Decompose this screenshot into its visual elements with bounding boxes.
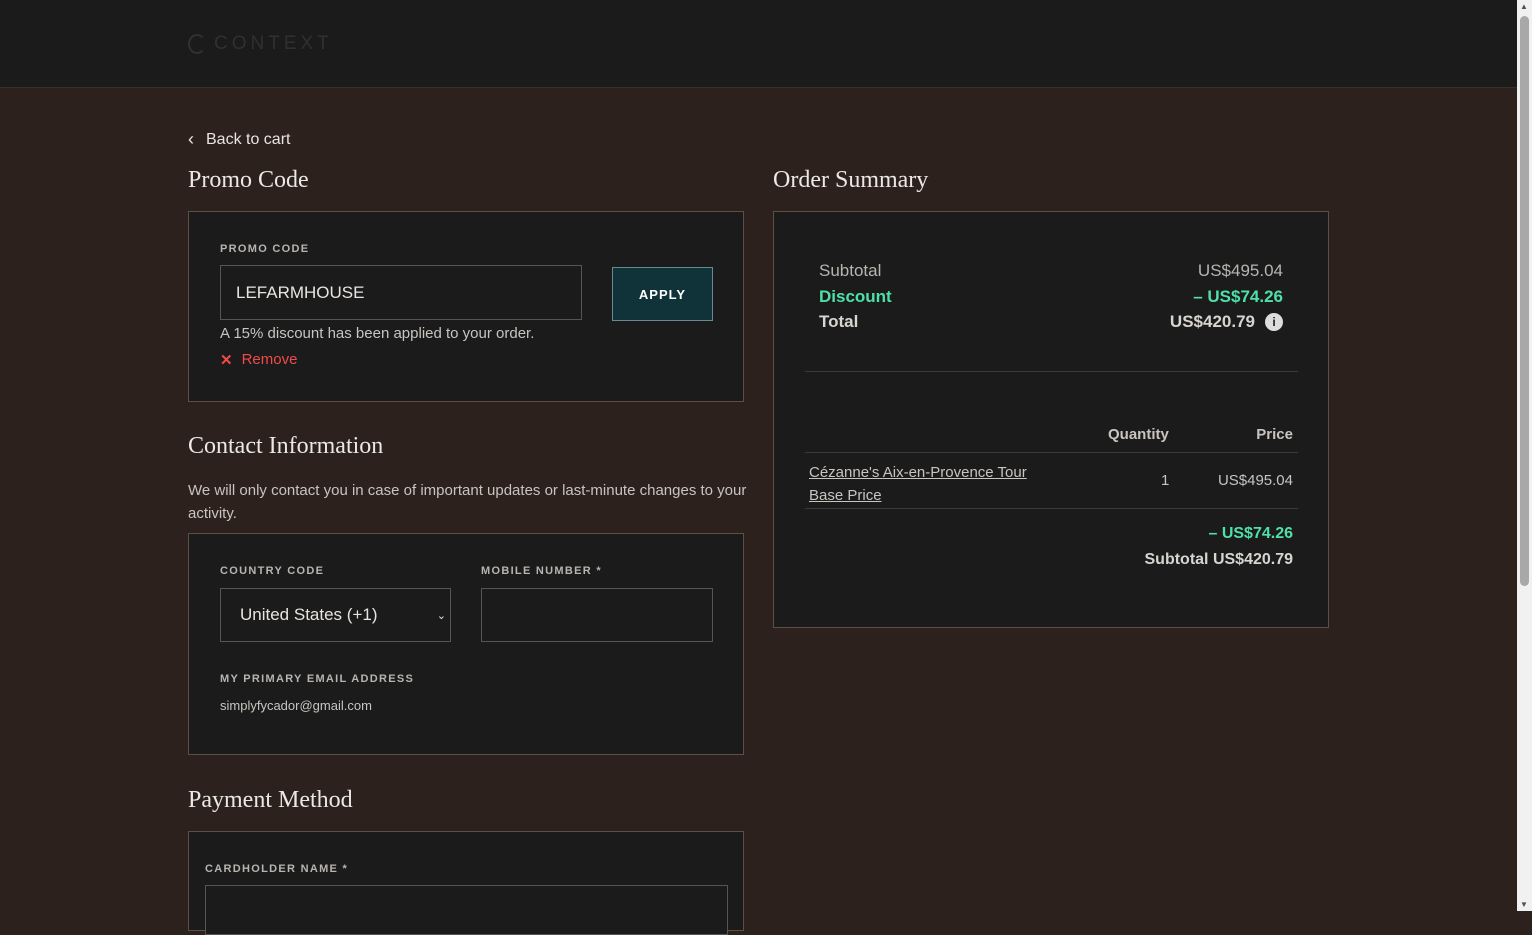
email-label: MY PRIMARY EMAIL ADDRESS: [220, 673, 415, 685]
contact-title: Contact Information: [188, 433, 384, 459]
quantity-header: Quantity: [1108, 426, 1169, 443]
subtotal-label: Subtotal: [819, 261, 882, 280]
mobile-number-label: MOBILE NUMBER *: [481, 565, 602, 577]
total-label: Total: [819, 312, 859, 331]
summary-title: Order Summary: [773, 167, 929, 193]
country-value: United States (+1): [240, 605, 378, 624]
contact-panel: COUNTRY CODE United States (+1) ⌄ MOBILE …: [188, 533, 744, 755]
divider: [805, 508, 1298, 509]
item-variant[interactable]: Base Price: [809, 487, 882, 504]
scrollbar[interactable]: ▲ ▼: [1517, 0, 1532, 911]
country-code-label: COUNTRY CODE: [220, 565, 325, 577]
scroll-up-icon[interactable]: ▲: [1520, 2, 1528, 11]
country-code-select[interactable]: United States (+1) ⌄: [220, 588, 451, 642]
email-value: simplyfycador@gmail.com: [220, 698, 372, 713]
discount-value: – US$74.26: [1193, 287, 1283, 306]
discount-label: Discount: [819, 287, 892, 306]
total-value: US$420.79: [1169, 312, 1255, 331]
promo-title: Promo Code: [188, 167, 309, 193]
total-row: Total US$420.79 i: [819, 312, 1283, 332]
scrollbar-thumb[interactable]: [1520, 16, 1529, 586]
discount-message: A 15% discount has been applied to your …: [220, 325, 535, 342]
discount-row: Discount – US$74.26: [819, 287, 1283, 307]
divider: [805, 371, 1298, 372]
subtotal-value: US$495.04: [1197, 261, 1283, 280]
cardholder-label: CARDHOLDER NAME *: [205, 863, 349, 875]
item-subtotal: Subtotal US$420.79: [1144, 551, 1294, 568]
contact-description: We will only contact you in case of impo…: [188, 482, 747, 522]
logo-text: CONTEXT: [214, 33, 333, 54]
back-to-cart-link[interactable]: ‹ Back to cart: [188, 129, 290, 150]
item-price: US$495.04: [1217, 472, 1293, 489]
top-bar: CONTEXT: [0, 0, 1517, 88]
item-name[interactable]: Cézanne's Aix-en-Provence Tour: [809, 461, 1027, 484]
remove-promo-button[interactable]: ✕ Remove: [220, 351, 297, 369]
item-link[interactable]: Cézanne's Aix-en-Provence Tour Base Price: [809, 461, 1027, 507]
chevron-down-icon: ⌄: [436, 609, 446, 622]
price-header: Price: [1256, 426, 1293, 443]
chevron-left-icon: ‹: [188, 129, 194, 149]
apply-button[interactable]: APPLY: [612, 267, 713, 321]
order-summary-panel: Subtotal US$495.04 Discount – US$74.26 Tot…: [773, 211, 1329, 628]
remove-label: Remove: [241, 351, 298, 368]
close-icon: ✕: [220, 352, 233, 369]
logo-icon: [188, 34, 206, 54]
mobile-number-input[interactable]: [481, 588, 713, 642]
item-quantity: 1: [1161, 472, 1170, 489]
divider: [805, 452, 1298, 453]
promo-label: PROMO CODE: [220, 243, 310, 255]
cardholder-name-input[interactable]: [205, 885, 728, 935]
promo-code-input[interactable]: LEFARMHOUSE: [220, 265, 582, 320]
logo[interactable]: CONTEXT: [188, 33, 333, 55]
promo-panel: PROMO CODE LEFARMHOUSE APPLY A 15% disco…: [188, 211, 744, 402]
info-icon[interactable]: i: [1265, 313, 1283, 331]
payment-title: Payment Method: [188, 787, 353, 813]
item-discount: – US$74.26: [1208, 525, 1293, 542]
payment-panel: CARDHOLDER NAME *: [188, 831, 744, 935]
scroll-down-icon[interactable]: ▼: [1520, 900, 1528, 909]
back-label: Back to cart: [206, 130, 291, 148]
subtotal-row: Subtotal US$495.04: [819, 261, 1283, 281]
